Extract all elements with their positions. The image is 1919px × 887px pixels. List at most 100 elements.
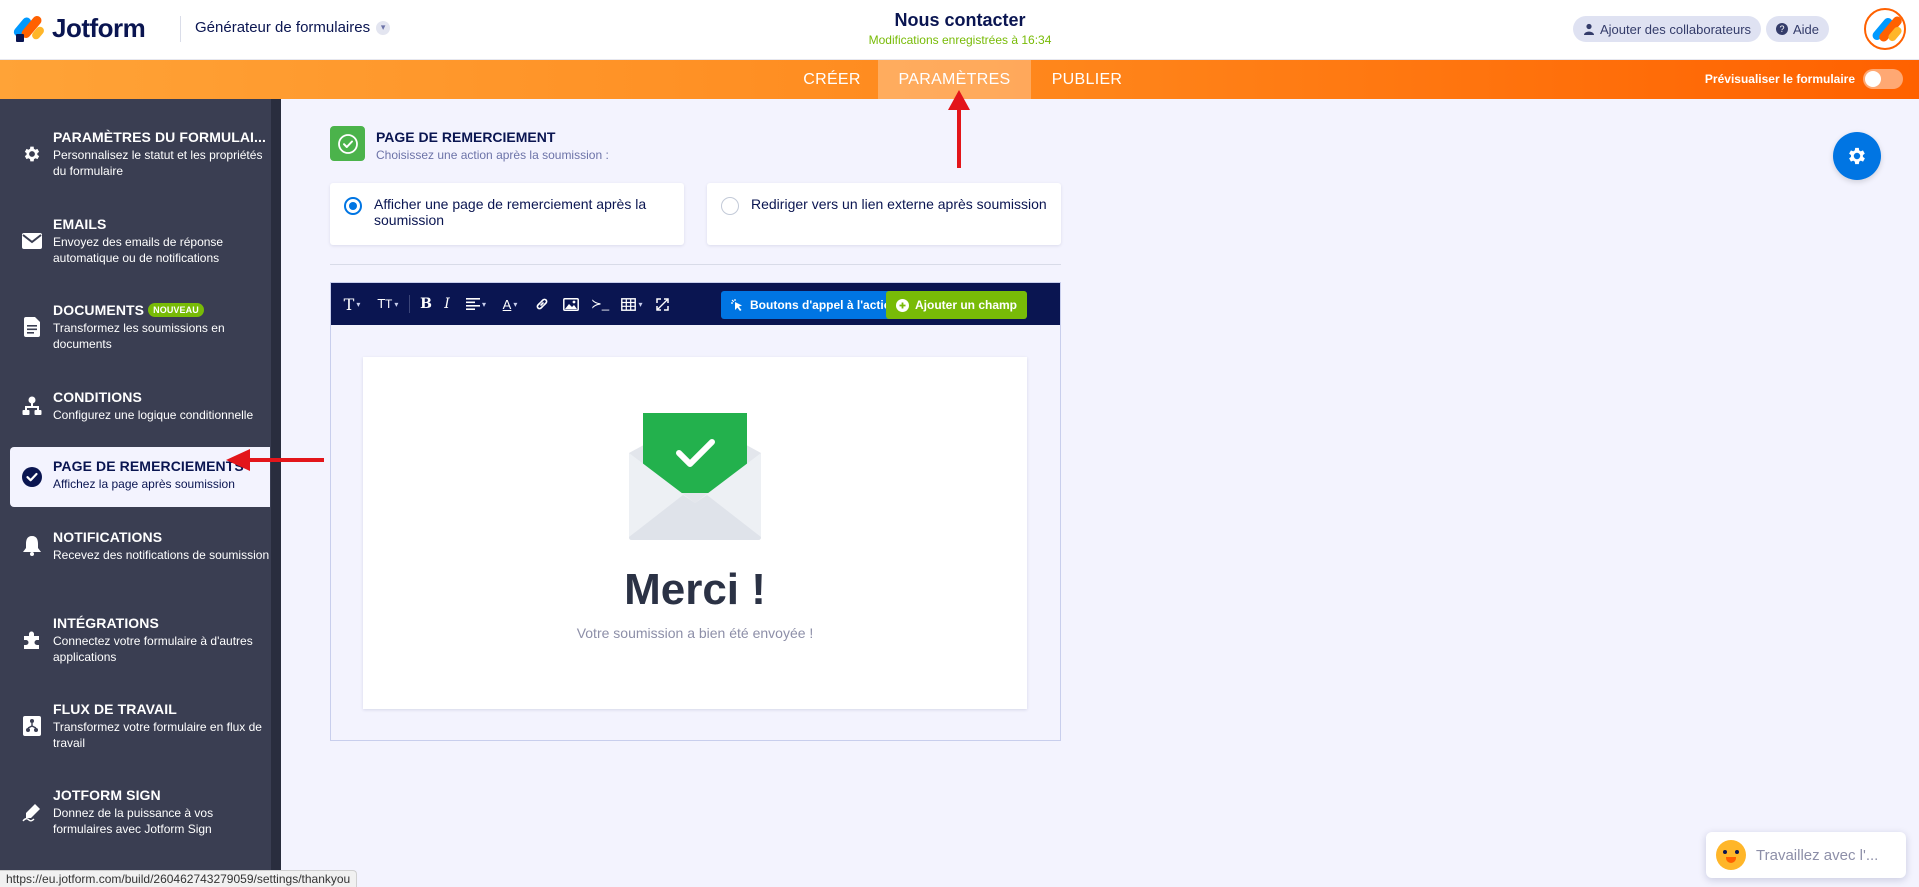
editor-toolbar: T ▾ ꓔT ▾ B I ▾ A ▾ ≻_ ▾ Boutons d'appel … bbox=[331, 283, 1060, 325]
user-icon bbox=[1584, 23, 1594, 35]
sidebar-item-form-settings[interactable]: PARAMÈTRES DU FORMULAI... Personnalisez … bbox=[10, 129, 270, 179]
sidebar-item-desc: Personnalisez le statut et les propriété… bbox=[53, 148, 263, 178]
pen-icon bbox=[21, 801, 43, 823]
sidebar-item-workflows[interactable]: FLUX DE TRAVAIL Transformez votre formul… bbox=[10, 701, 270, 751]
font-size-button[interactable]: ꓔT ▾ bbox=[373, 291, 403, 317]
documents-title: DOCUMENTS bbox=[53, 302, 145, 318]
code-button[interactable]: ≻_ bbox=[589, 291, 611, 317]
sidebar-item-desc: Configurez une logique conditionnelle bbox=[53, 408, 254, 422]
italic-button[interactable]: I bbox=[437, 291, 457, 317]
sidebar-item-conditions[interactable]: CONDITIONS Configurez une logique condit… bbox=[10, 389, 270, 423]
preview-label: Prévisualiser le formulaire bbox=[1704, 72, 1855, 86]
preview-form: Prévisualiser le formulaire bbox=[1705, 69, 1903, 89]
builder-nav: CRÉER PARAMÈTRES PUBLIER Prévisualiser l… bbox=[0, 60, 1919, 99]
link-button[interactable] bbox=[531, 291, 553, 317]
avatar[interactable] bbox=[1864, 8, 1906, 50]
sidebar-item-desc: Envoyez des emails de réponse automatiqu… bbox=[53, 235, 224, 265]
sidebar-item-desc: Connectez votre formulaire à d'autres ap… bbox=[53, 634, 253, 664]
toolbar-separator bbox=[409, 295, 410, 313]
thank-you-radio[interactable] bbox=[344, 197, 362, 215]
sidebar-item-desc: Transformez les soumissions en documents bbox=[53, 321, 225, 351]
sidebar-scrollbar[interactable] bbox=[271, 99, 281, 887]
sidebar-item-title: FLUX DE TRAVAIL bbox=[53, 701, 177, 717]
question-icon: ? bbox=[1776, 23, 1788, 35]
align-left-icon bbox=[465, 298, 480, 310]
redirect-radio[interactable] bbox=[721, 197, 739, 215]
tab-create[interactable]: CRÉER bbox=[786, 60, 878, 99]
option-thank-you-page[interactable]: Afficher une page de remerciement après … bbox=[330, 183, 684, 245]
sidebar-item-desc: Donnez de la puissance à vos formulaires… bbox=[53, 806, 214, 836]
code-icon: ≻_ bbox=[590, 296, 610, 311]
sidebar-item-title: CONDITIONS bbox=[53, 389, 142, 405]
thank-you-heading: Merci ! bbox=[624, 565, 766, 614]
sidebar-item-desc: Affichez la page après soumission bbox=[53, 477, 235, 491]
sidebar-item-title: PAGE DE REMERCIEMENTS bbox=[53, 458, 244, 474]
toggle-knob bbox=[1865, 71, 1881, 87]
thank-you-preview-card[interactable]: Merci ! Votre soumission a bien été envo… bbox=[363, 357, 1027, 709]
thank-you-option-label: Afficher une page de remerciement après … bbox=[374, 196, 647, 228]
help-label: Aide bbox=[1793, 21, 1820, 37]
align-button[interactable]: ▾ bbox=[461, 291, 491, 317]
thank-you-editor: T ▾ ꓔT ▾ B I ▾ A ▾ ≻_ ▾ Boutons d'appel … bbox=[330, 282, 1061, 741]
sidebar-item-notifications[interactable]: NOTIFICATIONS Recevez des notifications … bbox=[10, 529, 270, 563]
sidebar-item-title: DOCUMENTS NOUVEAU bbox=[53, 302, 270, 318]
settings-sidebar: PARAMÈTRES DU FORMULAI... Personnalisez … bbox=[0, 99, 281, 887]
thank-you-message: Votre soumission a bien été envoyée ! bbox=[576, 625, 814, 641]
table-button[interactable]: ▾ bbox=[617, 291, 647, 317]
gear-icon bbox=[1849, 147, 1865, 165]
sidebar-item-emails[interactable]: EMAILS Envoyez des emails de réponse aut… bbox=[10, 216, 270, 266]
flowchart-icon bbox=[21, 395, 43, 417]
section-subtitle: Choisissez une action après la soumissio… bbox=[376, 148, 609, 162]
preview-toggle[interactable] bbox=[1863, 69, 1903, 89]
add-collaborators-label: Ajouter des collaborateurs bbox=[1600, 21, 1752, 37]
tab-publish[interactable]: PUBLIER bbox=[1031, 60, 1143, 99]
redirect-option-label: Rediriger vers un lien externe après sou… bbox=[751, 196, 1047, 212]
chevron-down-icon: ▾ bbox=[376, 20, 391, 35]
add-field-button[interactable]: Ajouter un champ bbox=[886, 291, 1028, 319]
image-button[interactable] bbox=[559, 291, 583, 317]
sidebar-item-jotform-sign[interactable]: JOTFORM SIGN Donnez de la puissance à vo… bbox=[10, 787, 270, 837]
cta-buttons-button[interactable]: Boutons d'appel à l'action bbox=[721, 291, 909, 319]
expand-icon bbox=[655, 297, 669, 311]
sidebar-item-integrations[interactable]: INTÉGRATIONS Connectez votre formulaire … bbox=[10, 615, 270, 665]
builder-dropdown[interactable]: Générateur de formulaires ▾ bbox=[195, 19, 391, 36]
header-divider bbox=[180, 16, 181, 42]
envelope-check-illustration bbox=[629, 413, 761, 540]
text-format-button[interactable]: T ▾ bbox=[339, 291, 365, 317]
sidebar-item-title: PARAMÈTRES DU FORMULAI... bbox=[53, 129, 267, 145]
new-badge: NOUVEAU bbox=[148, 303, 204, 317]
settings-gear-button[interactable] bbox=[1833, 132, 1881, 180]
sidebar-item-desc: Transformez votre formulaire en flux de … bbox=[53, 720, 262, 750]
bold-button[interactable]: B bbox=[415, 291, 437, 317]
ai-assistant-button[interactable]: Travaillez avec l'... bbox=[1706, 832, 1906, 878]
fullscreen-button[interactable] bbox=[651, 291, 673, 317]
add-collaborators-button[interactable]: Ajouter des collaborateurs bbox=[1573, 16, 1762, 42]
section-header: PAGE DE REMERCIEMENT Choisissez une acti… bbox=[330, 126, 609, 162]
option-redirect[interactable]: Rediriger vers un lien externe après sou… bbox=[707, 183, 1061, 245]
jotform-logo[interactable]: Jotform bbox=[11, 13, 146, 44]
sidebar-item-title: NOTIFICATIONS bbox=[53, 529, 163, 545]
jotform-logo-icon bbox=[11, 13, 46, 44]
cursor-click-icon bbox=[731, 298, 742, 311]
text-format-icon: T bbox=[343, 294, 355, 314]
browser-status-url: https://eu.jotform.com/build/26046274327… bbox=[0, 870, 358, 887]
form-title[interactable]: Nous contacter bbox=[800, 10, 1120, 31]
puzzle-icon bbox=[21, 629, 43, 651]
plus-circle-icon bbox=[896, 298, 909, 312]
text-color-button[interactable]: A ▾ bbox=[497, 291, 523, 317]
bell-icon bbox=[21, 535, 43, 557]
text-color-icon: A bbox=[502, 296, 512, 312]
sidebar-item-documents[interactable]: DOCUMENTS NOUVEAU Transformez les soumiss… bbox=[10, 302, 270, 352]
table-icon bbox=[621, 297, 637, 311]
form-title-block: Nous contacter Modifications enregistrée… bbox=[800, 10, 1120, 47]
image-icon bbox=[563, 297, 579, 311]
tab-settings[interactable]: PARAMÈTRES bbox=[878, 60, 1031, 99]
sidebar-item-thank-you-page[interactable]: PAGE DE REMERCIEMENTS Affichez la page a… bbox=[10, 447, 270, 507]
font-size-icon: ꓔT bbox=[377, 297, 393, 311]
gear-icon bbox=[21, 143, 43, 165]
link-icon bbox=[536, 298, 548, 310]
assistant-label: Travaillez avec l'... bbox=[1756, 846, 1879, 864]
save-status: Modifications enregistrées à 16:34 bbox=[868, 33, 1052, 47]
section-divider bbox=[330, 264, 1061, 265]
help-button[interactable]: ? Aide bbox=[1766, 16, 1830, 42]
